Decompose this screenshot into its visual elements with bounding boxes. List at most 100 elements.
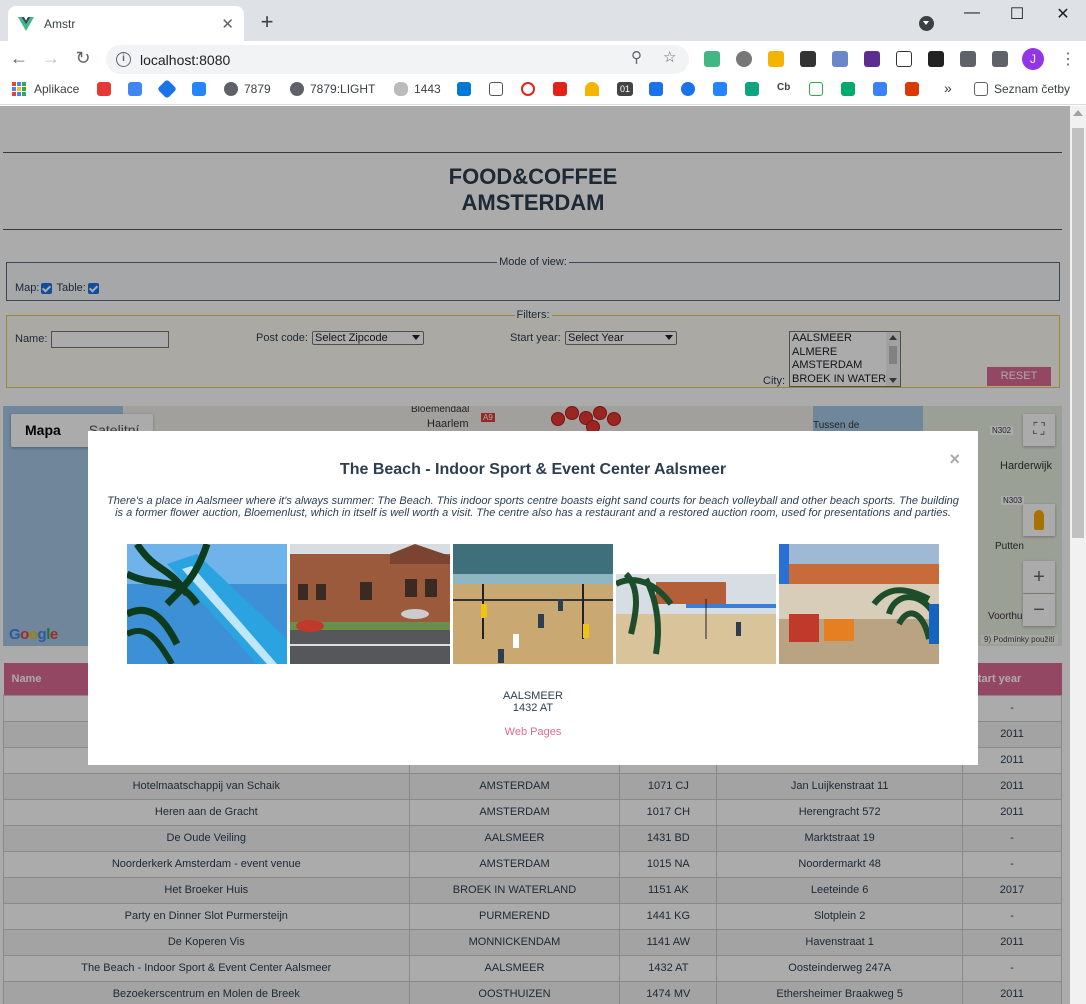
bookmark-confluence[interactable] [713, 82, 733, 96]
tab-strip: Amstr ✕ + — ☐ ✕ [0, 0, 1086, 41]
number-01-icon: 01 [617, 82, 633, 96]
oracle-red-icon [553, 82, 567, 96]
outlook-icon [457, 82, 471, 96]
bookmark-star-icon[interactable]: ☆ [663, 48, 676, 66]
bookmark-ez[interactable] [489, 82, 509, 96]
w3schools-icon [841, 82, 855, 96]
bookmark-oracle-2[interactable] [553, 82, 573, 96]
bookmark-star[interactable] [649, 82, 669, 96]
globe-icon [290, 82, 304, 96]
photo-terrace [779, 544, 939, 664]
hexagon-icon [745, 82, 759, 96]
bookmark-code[interactable] [809, 82, 829, 96]
star-icon [649, 82, 663, 96]
bookmark-apps[interactable]: Aplikace [12, 82, 79, 96]
globe-icon [224, 82, 238, 96]
browser-toolbar: ← → ↻ i localhost:8080 ⚲ ☆ J ⋮ [0, 41, 1086, 77]
extension-qr-icon[interactable] [800, 51, 816, 67]
bookmark-translate[interactable] [128, 82, 148, 96]
bookmark-label: Aplikace [34, 82, 80, 96]
venue-photo[interactable] [453, 544, 613, 664]
extension-badge-icon[interactable] [864, 51, 880, 67]
forward-icon[interactable]: → [39, 48, 63, 69]
tab-close-icon[interactable]: ✕ [221, 15, 234, 33]
translate-icon [128, 82, 142, 96]
extension-ufo-icon[interactable] [832, 51, 848, 67]
bookmark-label: 7879:LIGHT [310, 82, 376, 96]
reading-list[interactable]: Seznam četby [974, 82, 1070, 96]
bookmark-01[interactable]: 01 [617, 82, 639, 96]
modal-description: There's a place in Aalsmeer where it's a… [107, 495, 959, 519]
apps-grid-icon [12, 82, 26, 96]
maximize-icon[interactable]: ☐ [1002, 4, 1032, 24]
extension-gear-icon[interactable] [736, 51, 752, 67]
bitbucket-icon [192, 82, 206, 96]
back-icon[interactable]: ← [7, 48, 31, 69]
extension-search-icon[interactable] [928, 51, 944, 67]
profile-avatar[interactable]: J [1022, 48, 1044, 70]
extension-json-icon[interactable] [896, 51, 912, 67]
bookmark-gear[interactable] [681, 82, 701, 96]
page-scrollbar[interactable] [1070, 106, 1086, 1004]
bookmark-outlook[interactable] [457, 82, 477, 96]
close-window-icon[interactable]: ✕ [1048, 4, 1078, 24]
bookmark-diamond[interactable] [157, 79, 180, 99]
shield-icon [873, 82, 887, 96]
url-text: localhost:8080 [140, 51, 231, 68]
reload-icon[interactable]: ↻ [71, 48, 95, 69]
minimize-icon[interactable]: — [957, 4, 987, 22]
vue-devtools-icon[interactable] [704, 51, 720, 67]
rainbow-icon [585, 82, 599, 96]
bookmark-oracle[interactable] [521, 82, 541, 96]
reading-list-icon [974, 82, 988, 96]
venue-photo[interactable] [290, 544, 450, 664]
zoom-icon[interactable]: ⚲ [631, 48, 642, 66]
bookmark-wifi[interactable] [97, 82, 117, 96]
venue-photo[interactable] [127, 544, 287, 664]
photo-outdoor-beach [616, 544, 776, 664]
wifi-icon [97, 82, 111, 96]
bookmark-office[interactable] [905, 82, 925, 96]
extensions-puzzle-icon[interactable] [960, 51, 976, 67]
page-viewport: FOOD&COFFEE AMSTERDAM Mode of view: Map:… [0, 106, 1070, 1004]
bookmark-7879-light[interactable]: 7879:LIGHT [290, 82, 375, 96]
diamond-icon [157, 79, 177, 99]
bookmark-cb[interactable]: Cb [777, 82, 790, 93]
modal-city: AALSMEER [503, 690, 563, 702]
photo-building-street [290, 544, 450, 664]
office-icon [905, 82, 919, 96]
site-info-icon[interactable]: i [116, 52, 131, 67]
photo-palm-banner [127, 544, 287, 664]
browser-tab[interactable]: Amstr ✕ [8, 6, 244, 41]
bookmark-label: Seznam četby [994, 82, 1071, 96]
bookmarks-overflow[interactable]: » [944, 80, 952, 96]
gear-icon [681, 82, 695, 96]
bookmark-hex[interactable] [745, 82, 765, 96]
address-bar[interactable]: i localhost:8080 [106, 45, 689, 74]
venue-photo[interactable] [616, 544, 776, 664]
venue-detail-modal: × The Beach - Indoor Sport & Event Cente… [88, 431, 978, 765]
cloud-icon [394, 82, 408, 96]
tab-search-icon[interactable] [919, 16, 934, 31]
bookmark-bitbucket[interactable] [192, 82, 212, 96]
page-scroll-thumb[interactable] [1072, 128, 1084, 538]
bookmark-rainbow[interactable] [585, 82, 605, 96]
new-tab-icon[interactable]: + [257, 9, 277, 35]
tab-title: Amstr [44, 16, 76, 31]
web-pages-link[interactable]: Web Pages [88, 726, 978, 738]
scroll-up-icon[interactable] [1073, 110, 1083, 116]
bookmark-shield[interactable] [873, 82, 893, 96]
vue-logo-icon [18, 16, 34, 31]
menu-kebab-icon[interactable]: ⋮ [1060, 49, 1076, 69]
modal-postcode: 1432 AT [512, 702, 554, 714]
extension-calendar-icon[interactable] [768, 51, 784, 67]
bookmark-w3[interactable] [841, 82, 861, 96]
media-control-icon[interactable] [992, 51, 1008, 67]
modal-overlay[interactable]: × The Beach - Indoor Sport & Event Cente… [0, 106, 1070, 1004]
bookmark-7879[interactable]: 7879 [224, 82, 271, 96]
photo-indoor-courts [453, 544, 613, 664]
bookmark-label: 1443 [414, 82, 441, 96]
venue-photo[interactable] [779, 544, 939, 664]
bookmark-1443[interactable]: 1443 [394, 82, 441, 96]
modal-address: AALSMEER 1432 AT [88, 690, 978, 714]
